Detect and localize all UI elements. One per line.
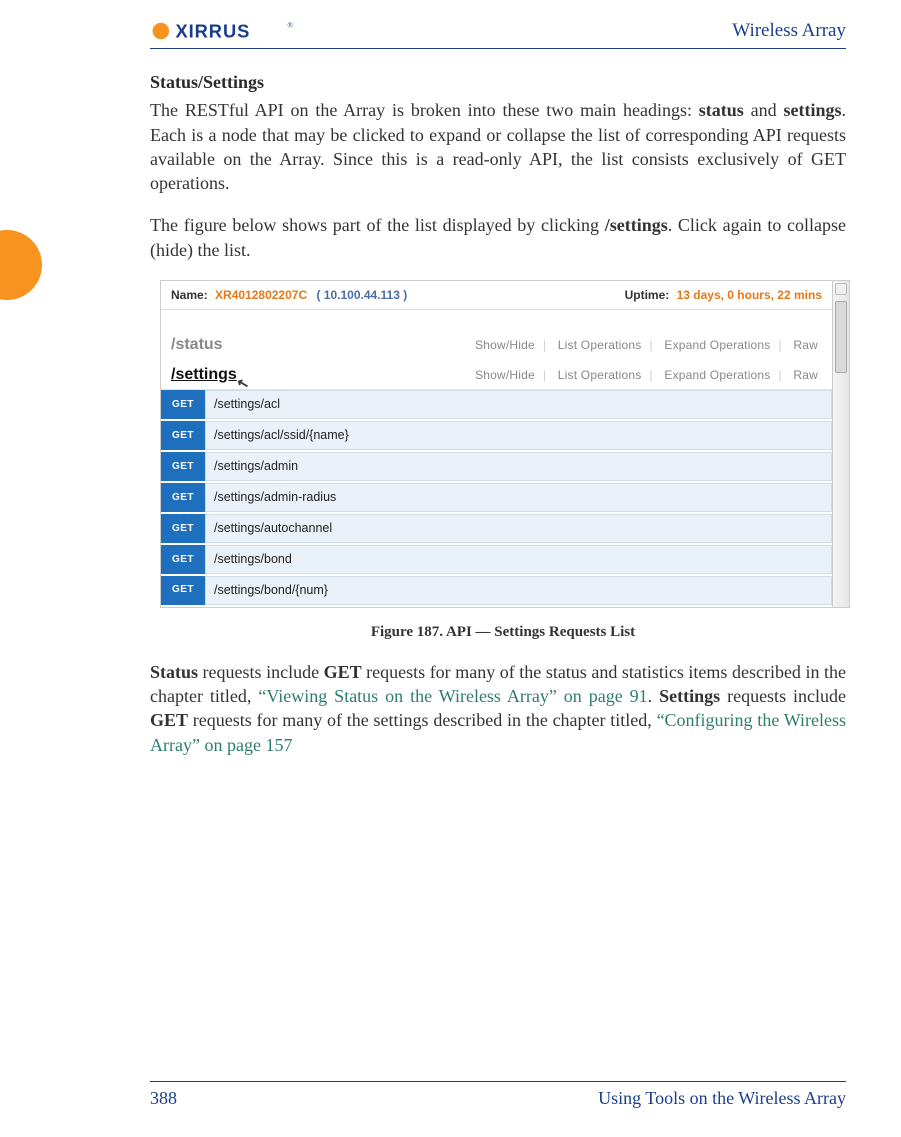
section-heading: Status/Settings xyxy=(150,70,846,94)
header-title: Wireless Array xyxy=(732,20,846,42)
get-badge: GET xyxy=(161,576,205,605)
op-row[interactable]: GET /settings/bond xyxy=(161,545,832,576)
settings-node-row: /settings ↖ Show/Hide| List Operations| … xyxy=(161,358,832,388)
op-path: /settings/autochannel xyxy=(205,514,832,543)
text: The RESTful API on the Array is broken i… xyxy=(150,100,699,120)
name-value: XR4012802207C xyxy=(215,288,307,302)
text: requests include xyxy=(198,662,324,682)
op-row[interactable]: GET /settings/bond/{num} xyxy=(161,576,832,607)
text: and xyxy=(744,100,784,120)
get-badge: GET xyxy=(161,514,205,543)
text-bold: Status xyxy=(150,662,198,682)
figure-187: Name: XR4012802207C ( 10.100.44.113 ) Up… xyxy=(160,280,846,642)
op-path: /settings/admin-radius xyxy=(205,483,832,512)
op-path: /settings/acl/ssid/{name} xyxy=(205,421,832,450)
get-badge: GET xyxy=(161,390,205,419)
ip-value: ( 10.100.44.113 ) xyxy=(316,288,407,302)
page-number: 388 xyxy=(150,1088,177,1109)
action-expandops[interactable]: Expand Operations xyxy=(660,368,774,382)
name-label: Name: xyxy=(171,288,208,302)
status-node-row: /status Show/Hide| List Operations| Expa… xyxy=(161,328,832,358)
page-content: Status/Settings The RESTful API on the A… xyxy=(150,60,846,775)
text-bold: GET xyxy=(150,710,188,730)
svg-text:®: ® xyxy=(287,20,293,29)
op-path: /settings/acl xyxy=(205,390,832,419)
action-listops[interactable]: List Operations xyxy=(554,368,646,382)
text-bold: status xyxy=(699,100,744,120)
action-showhide[interactable]: Show/Hide xyxy=(471,338,539,352)
status-actions: Show/Hide| List Operations| Expand Opera… xyxy=(471,337,822,353)
action-raw[interactable]: Raw xyxy=(789,338,822,352)
op-path: /settings/bond/{num} xyxy=(205,576,832,605)
status-node[interactable]: /status xyxy=(171,334,223,356)
op-row[interactable]: GET /settings/autochannel xyxy=(161,514,832,545)
action-listops[interactable]: List Operations xyxy=(554,338,646,352)
page-header: XIRRUS ® Wireless Array xyxy=(150,20,846,49)
get-badge: GET xyxy=(161,545,205,574)
paragraph-1: The RESTful API on the Array is broken i… xyxy=(150,98,846,195)
op-row[interactable]: GET /settings/acl/ssid/{name} xyxy=(161,421,832,452)
action-showhide[interactable]: Show/Hide xyxy=(471,368,539,382)
text: requests for many of the settings descri… xyxy=(188,710,657,730)
op-row[interactable]: GET /settings/acl xyxy=(161,390,832,421)
get-badge: GET xyxy=(161,421,205,450)
op-row[interactable]: GET /settings/admin-radius xyxy=(161,483,832,514)
scrollbar[interactable] xyxy=(832,281,849,607)
footer-title: Using Tools on the Wireless Array xyxy=(598,1088,846,1109)
get-badge: GET xyxy=(161,483,205,512)
margin-tab-decoration xyxy=(0,230,42,300)
settings-node-label: /settings xyxy=(171,366,237,383)
uptime-label: Uptime: xyxy=(625,288,670,302)
figure-caption: Figure 187. API — Settings Requests List xyxy=(160,622,846,642)
op-row[interactable]: GET /settings/admin xyxy=(161,452,832,483)
action-expandops[interactable]: Expand Operations xyxy=(660,338,774,352)
xref-link[interactable]: “Viewing Status on the Wireless Array” o… xyxy=(258,686,647,706)
screenshot-header: Name: XR4012802207C ( 10.100.44.113 ) Up… xyxy=(161,281,832,310)
action-raw[interactable]: Raw xyxy=(789,368,822,382)
text-bold: GET xyxy=(324,662,362,682)
text-bold: Settings xyxy=(659,686,720,706)
settings-actions: Show/Hide| List Operations| Expand Opera… xyxy=(471,367,822,383)
paragraph-3: Status requests include GET requests for… xyxy=(150,660,846,757)
op-path: /settings/bond xyxy=(205,545,832,574)
text-bold: /settings xyxy=(605,215,668,235)
text: The figure below shows part of the list … xyxy=(150,215,605,235)
text: . xyxy=(648,686,659,706)
api-screenshot: Name: XR4012802207C ( 10.100.44.113 ) Up… xyxy=(160,280,850,608)
paragraph-2: The figure below shows part of the list … xyxy=(150,213,846,262)
operations-list: GET /settings/acl GET /settings/acl/ssid… xyxy=(161,389,832,606)
uptime-value: 13 days, 0 hours, 22 mins xyxy=(677,288,822,302)
text-bold: settings xyxy=(783,100,841,120)
text: requests include xyxy=(720,686,846,706)
svg-text:XIRRUS: XIRRUS xyxy=(176,20,251,41)
settings-node[interactable]: /settings ↖ xyxy=(171,364,237,386)
get-badge: GET xyxy=(161,452,205,481)
page-footer: 388 Using Tools on the Wireless Array xyxy=(150,1081,846,1109)
xirrus-logo: XIRRUS ® xyxy=(150,20,300,42)
op-path: /settings/admin xyxy=(205,452,832,481)
